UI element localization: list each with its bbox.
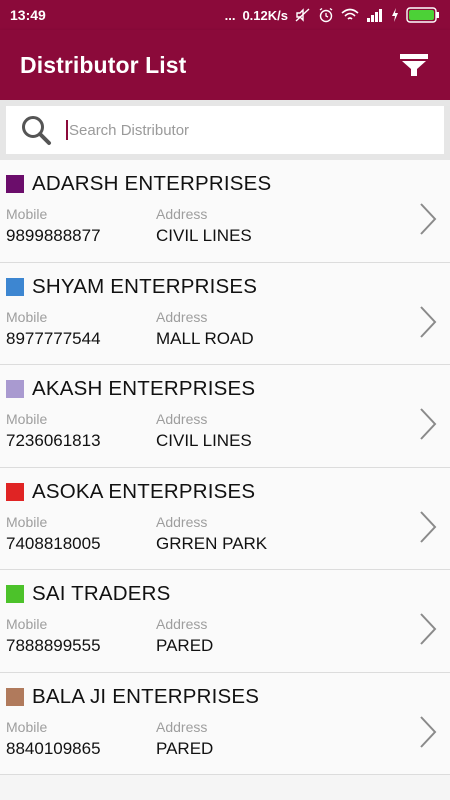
- address-value: GRREN PARK: [156, 533, 268, 553]
- list-item-fields: Mobile 9899888877 Address CIVIL LINES: [6, 206, 450, 246]
- mobile-label: Mobile: [6, 206, 48, 222]
- color-swatch: [6, 380, 24, 398]
- address-field: Address PARED: [156, 719, 306, 759]
- status-icons: ... 0.12K/s: [225, 7, 440, 23]
- address-label: Address: [156, 206, 208, 222]
- address-label: Address: [156, 513, 208, 530]
- color-swatch: [6, 482, 24, 501]
- chevron-right-icon[interactable]: [418, 305, 438, 339]
- chevron-right-icon[interactable]: [418, 510, 438, 544]
- list-item[interactable]: ADARSH ENTERPRISES Mobile 9899888877 Add…: [0, 160, 450, 263]
- color-swatch: [6, 175, 24, 193]
- chevron-right-icon[interactable]: [418, 202, 438, 236]
- list-item-fields: Mobile 7236061813 Address CIVIL LINES: [6, 411, 450, 451]
- mobile-field: Mobile 9899888877: [6, 206, 156, 246]
- address-value: CIVIL LINES: [156, 431, 252, 450]
- search-bar: [0, 100, 450, 160]
- list-item-fields: Mobile 8840109865 Address PARED: [6, 719, 450, 759]
- address-field: Address CIVIL LINES: [156, 206, 306, 246]
- address-field: Address CIVIL LINES: [156, 411, 306, 451]
- alarm-icon: [319, 7, 333, 23]
- search-input[interactable]: [66, 120, 426, 140]
- mobile-value: 7408818005: [6, 533, 101, 553]
- address-value: PARED: [156, 738, 214, 758]
- address-value: PARED: [156, 636, 214, 655]
- list-item-header: ADARSH ENTERPRISES: [6, 172, 450, 196]
- distributor-name: ADARSH ENTERPRISES: [32, 172, 272, 195]
- mute-icon: [295, 8, 310, 22]
- chevron-right-icon[interactable]: [418, 407, 438, 441]
- mobile-label: Mobile: [6, 513, 48, 530]
- list-item[interactable]: SAI TRADERS Mobile 7888899555 Address PA…: [0, 570, 450, 673]
- mobile-value: 8840109865: [6, 738, 101, 758]
- address-label: Address: [156, 308, 208, 325]
- wifi-icon: [341, 8, 359, 20]
- address-field: Address MALL ROAD: [156, 309, 306, 349]
- list-item-fields: Mobile 8977777544 Address MALL ROAD: [6, 309, 450, 349]
- color-swatch: [6, 687, 24, 706]
- list-item-header: AKASH ENTERPRISES: [6, 377, 450, 401]
- status-dots: ...: [224, 7, 236, 23]
- network-speed: 0.12K/s: [242, 7, 288, 23]
- distributor-name: ASOKA ENTERPRISES: [32, 479, 256, 503]
- mobile-label: Mobile: [6, 308, 48, 325]
- mobile-label: Mobile: [6, 718, 48, 735]
- mobile-field: Mobile 8977777544: [6, 309, 156, 349]
- address-label: Address: [156, 718, 208, 735]
- mobile-field: Mobile 7236061813: [6, 411, 156, 451]
- mobile-field: Mobile 7888899555: [6, 616, 156, 656]
- address-field: Address GRREN PARK: [156, 514, 306, 554]
- mobile-value: 7236061813: [6, 431, 101, 450]
- list-item-header: BALA JI ENTERPRISES: [6, 685, 450, 709]
- color-swatch: [6, 585, 24, 603]
- distributor-name: SAI TRADERS: [32, 582, 171, 605]
- mobile-value: 8977777544: [6, 328, 101, 348]
- list-item-fields: Mobile 7408818005 Address GRREN PARK: [6, 514, 450, 554]
- search-box[interactable]: [6, 106, 444, 154]
- mobile-value: 7888899555: [6, 636, 101, 655]
- chevron-right-icon[interactable]: [418, 715, 438, 749]
- list-item[interactable]: ASOKA ENTERPRISES Mobile 7408818005 Addr…: [0, 467, 450, 570]
- mobile-field: Mobile 7408818005: [6, 514, 156, 554]
- address-value: MALL ROAD: [156, 328, 254, 348]
- status-time: 13:49: [10, 7, 46, 23]
- distributor-list: ADARSH ENTERPRISES Mobile 9899888877 Add…: [0, 160, 450, 775]
- list-item-header: SAI TRADERS: [6, 582, 450, 606]
- address-value: CIVIL LINES: [156, 226, 252, 245]
- distributor-name: SHYAM ENTERPRISES: [32, 274, 258, 298]
- page-title: Distributor List: [20, 51, 187, 78]
- distributor-name: BALA JI ENTERPRISES: [32, 684, 260, 708]
- filter-button[interactable]: [396, 47, 432, 83]
- status-bar: 13:49 ... 0.12K/s: [0, 0, 450, 30]
- list-item[interactable]: AKASH ENTERPRISES Mobile 7236061813 Addr…: [0, 365, 450, 468]
- list-item-header: ASOKA ENTERPRISES: [6, 480, 450, 504]
- mobile-field: Mobile 8840109865: [6, 719, 156, 759]
- chevron-right-icon[interactable]: [418, 612, 438, 646]
- battery-icon: [406, 7, 439, 23]
- search-icon: [22, 116, 51, 145]
- mobile-label: Mobile: [6, 616, 48, 632]
- list-item-fields: Mobile 7888899555 Address PARED: [6, 616, 450, 656]
- charging-icon: [392, 8, 398, 22]
- address-label: Address: [156, 411, 208, 427]
- list-item[interactable]: BALA JI ENTERPRISES Mobile 8840109865 Ad…: [0, 672, 450, 775]
- list-item[interactable]: SHYAM ENTERPRISES Mobile 8977777544 Addr…: [0, 262, 450, 365]
- app-bar: Distributor List: [0, 30, 450, 100]
- color-swatch: [6, 277, 24, 296]
- address-label: Address: [156, 616, 208, 632]
- list-item-header: SHYAM ENTERPRISES: [6, 275, 450, 299]
- filter-icon: [400, 54, 428, 76]
- signal-icon: [367, 9, 382, 22]
- distributor-name: AKASH ENTERPRISES: [32, 377, 256, 400]
- address-field: Address PARED: [156, 616, 306, 656]
- mobile-label: Mobile: [6, 411, 48, 427]
- mobile-value: 9899888877: [6, 226, 101, 245]
